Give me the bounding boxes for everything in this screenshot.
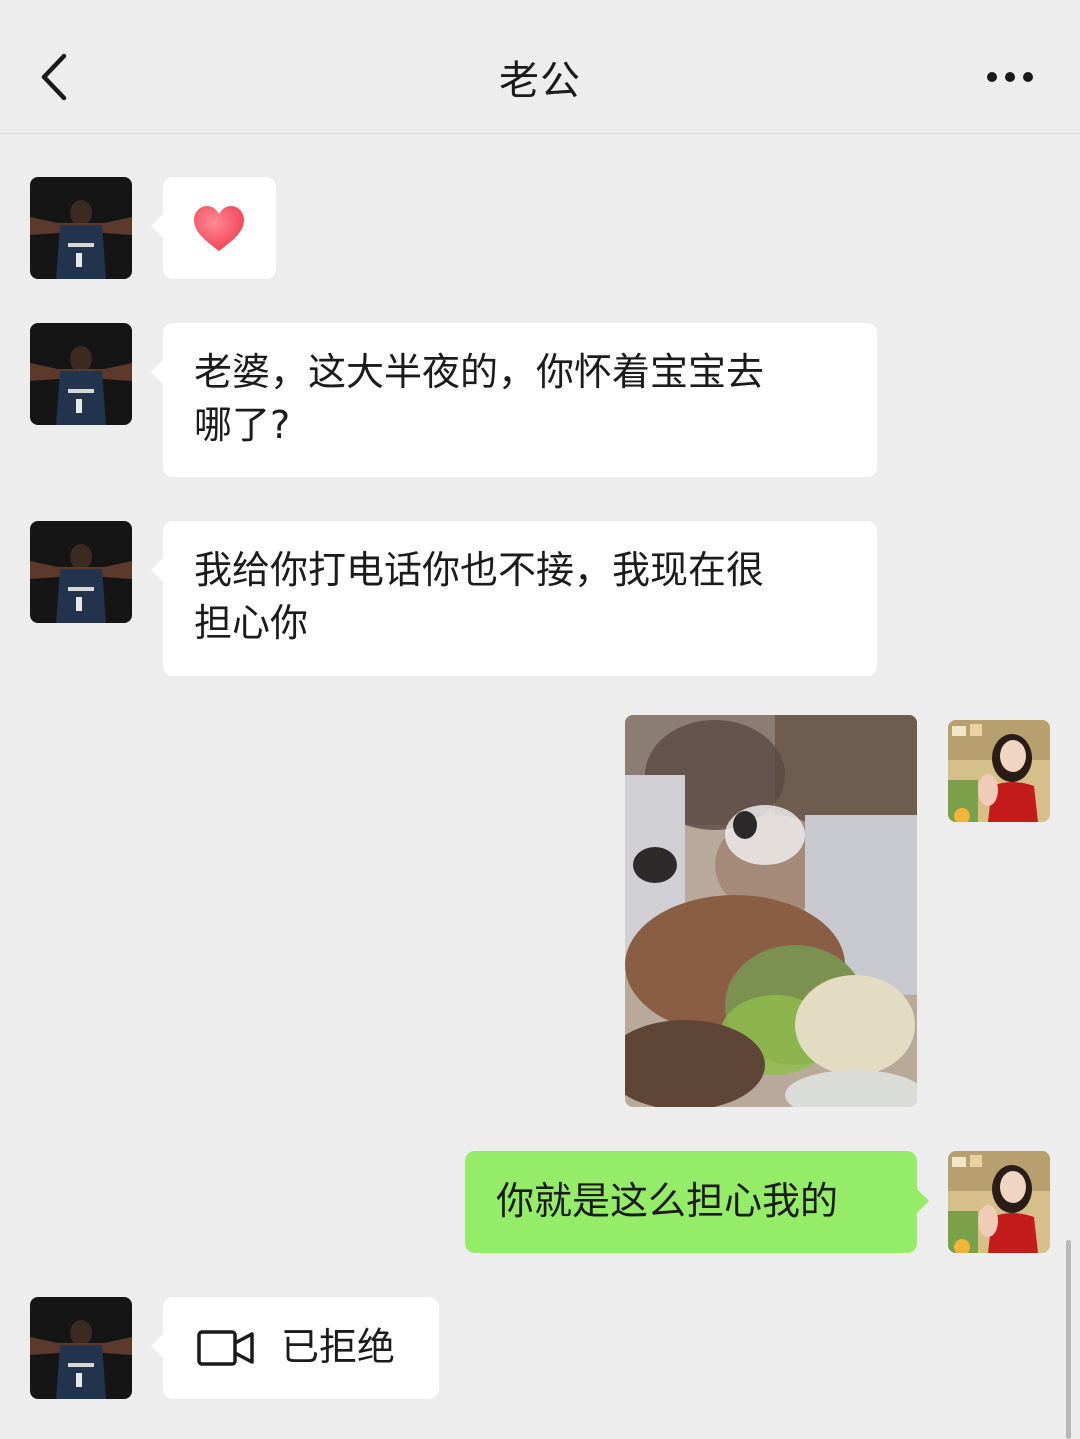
message-bubble-sent[interactable]: 你就是这么担心我的	[465, 1151, 929, 1253]
message-text: 老婆，这大半夜的，你怀着宝宝去 哪了?	[194, 350, 765, 447]
husband-avatar-image	[30, 521, 132, 623]
blurred-photo-image	[625, 715, 917, 1107]
message-text: 我给你打电话你也不接，我现在很 担心你	[194, 548, 765, 645]
wife-avatar[interactable]	[948, 720, 1050, 822]
wife-avatar-image	[948, 720, 1050, 822]
chat-header: 老公	[0, 0, 1080, 134]
chat-screen: 老公 老婆，这大半夜的，你怀着宝宝去 哪了? 我给你打电话你也不接，我现在很 担…	[0, 0, 1080, 1439]
call-record-bubble[interactable]: 已拒绝	[151, 1297, 439, 1399]
more-dots-icon	[987, 72, 1033, 82]
husband-avatar[interactable]	[30, 177, 132, 279]
message-bubble-emoji[interactable]	[151, 177, 276, 279]
chat-title: 老公	[499, 58, 581, 104]
message-bubble-text[interactable]: 老婆，这大半夜的，你怀着宝宝去 哪了?	[151, 323, 877, 477]
husband-avatar[interactable]	[30, 521, 132, 623]
scrollbar[interactable]	[1066, 1240, 1071, 1439]
message-text: 你就是这么担心我的	[496, 1179, 839, 1223]
sent-photo[interactable]	[625, 715, 917, 1107]
heart-emoji-icon	[194, 206, 244, 251]
husband-avatar[interactable]	[30, 323, 132, 425]
wife-avatar[interactable]	[948, 1151, 1050, 1253]
husband-avatar-image	[30, 323, 132, 425]
more-button[interactable]	[980, 60, 1040, 94]
husband-avatar-image	[30, 1297, 132, 1399]
message-bubble-text[interactable]: 我给你打电话你也不接，我现在很 担心你	[151, 521, 877, 676]
wife-avatar-image	[948, 1151, 1050, 1253]
husband-avatar-image	[30, 177, 132, 279]
video-call-icon	[197, 1330, 254, 1366]
call-status-text: 已拒绝	[281, 1325, 396, 1369]
husband-avatar[interactable]	[30, 1297, 132, 1399]
